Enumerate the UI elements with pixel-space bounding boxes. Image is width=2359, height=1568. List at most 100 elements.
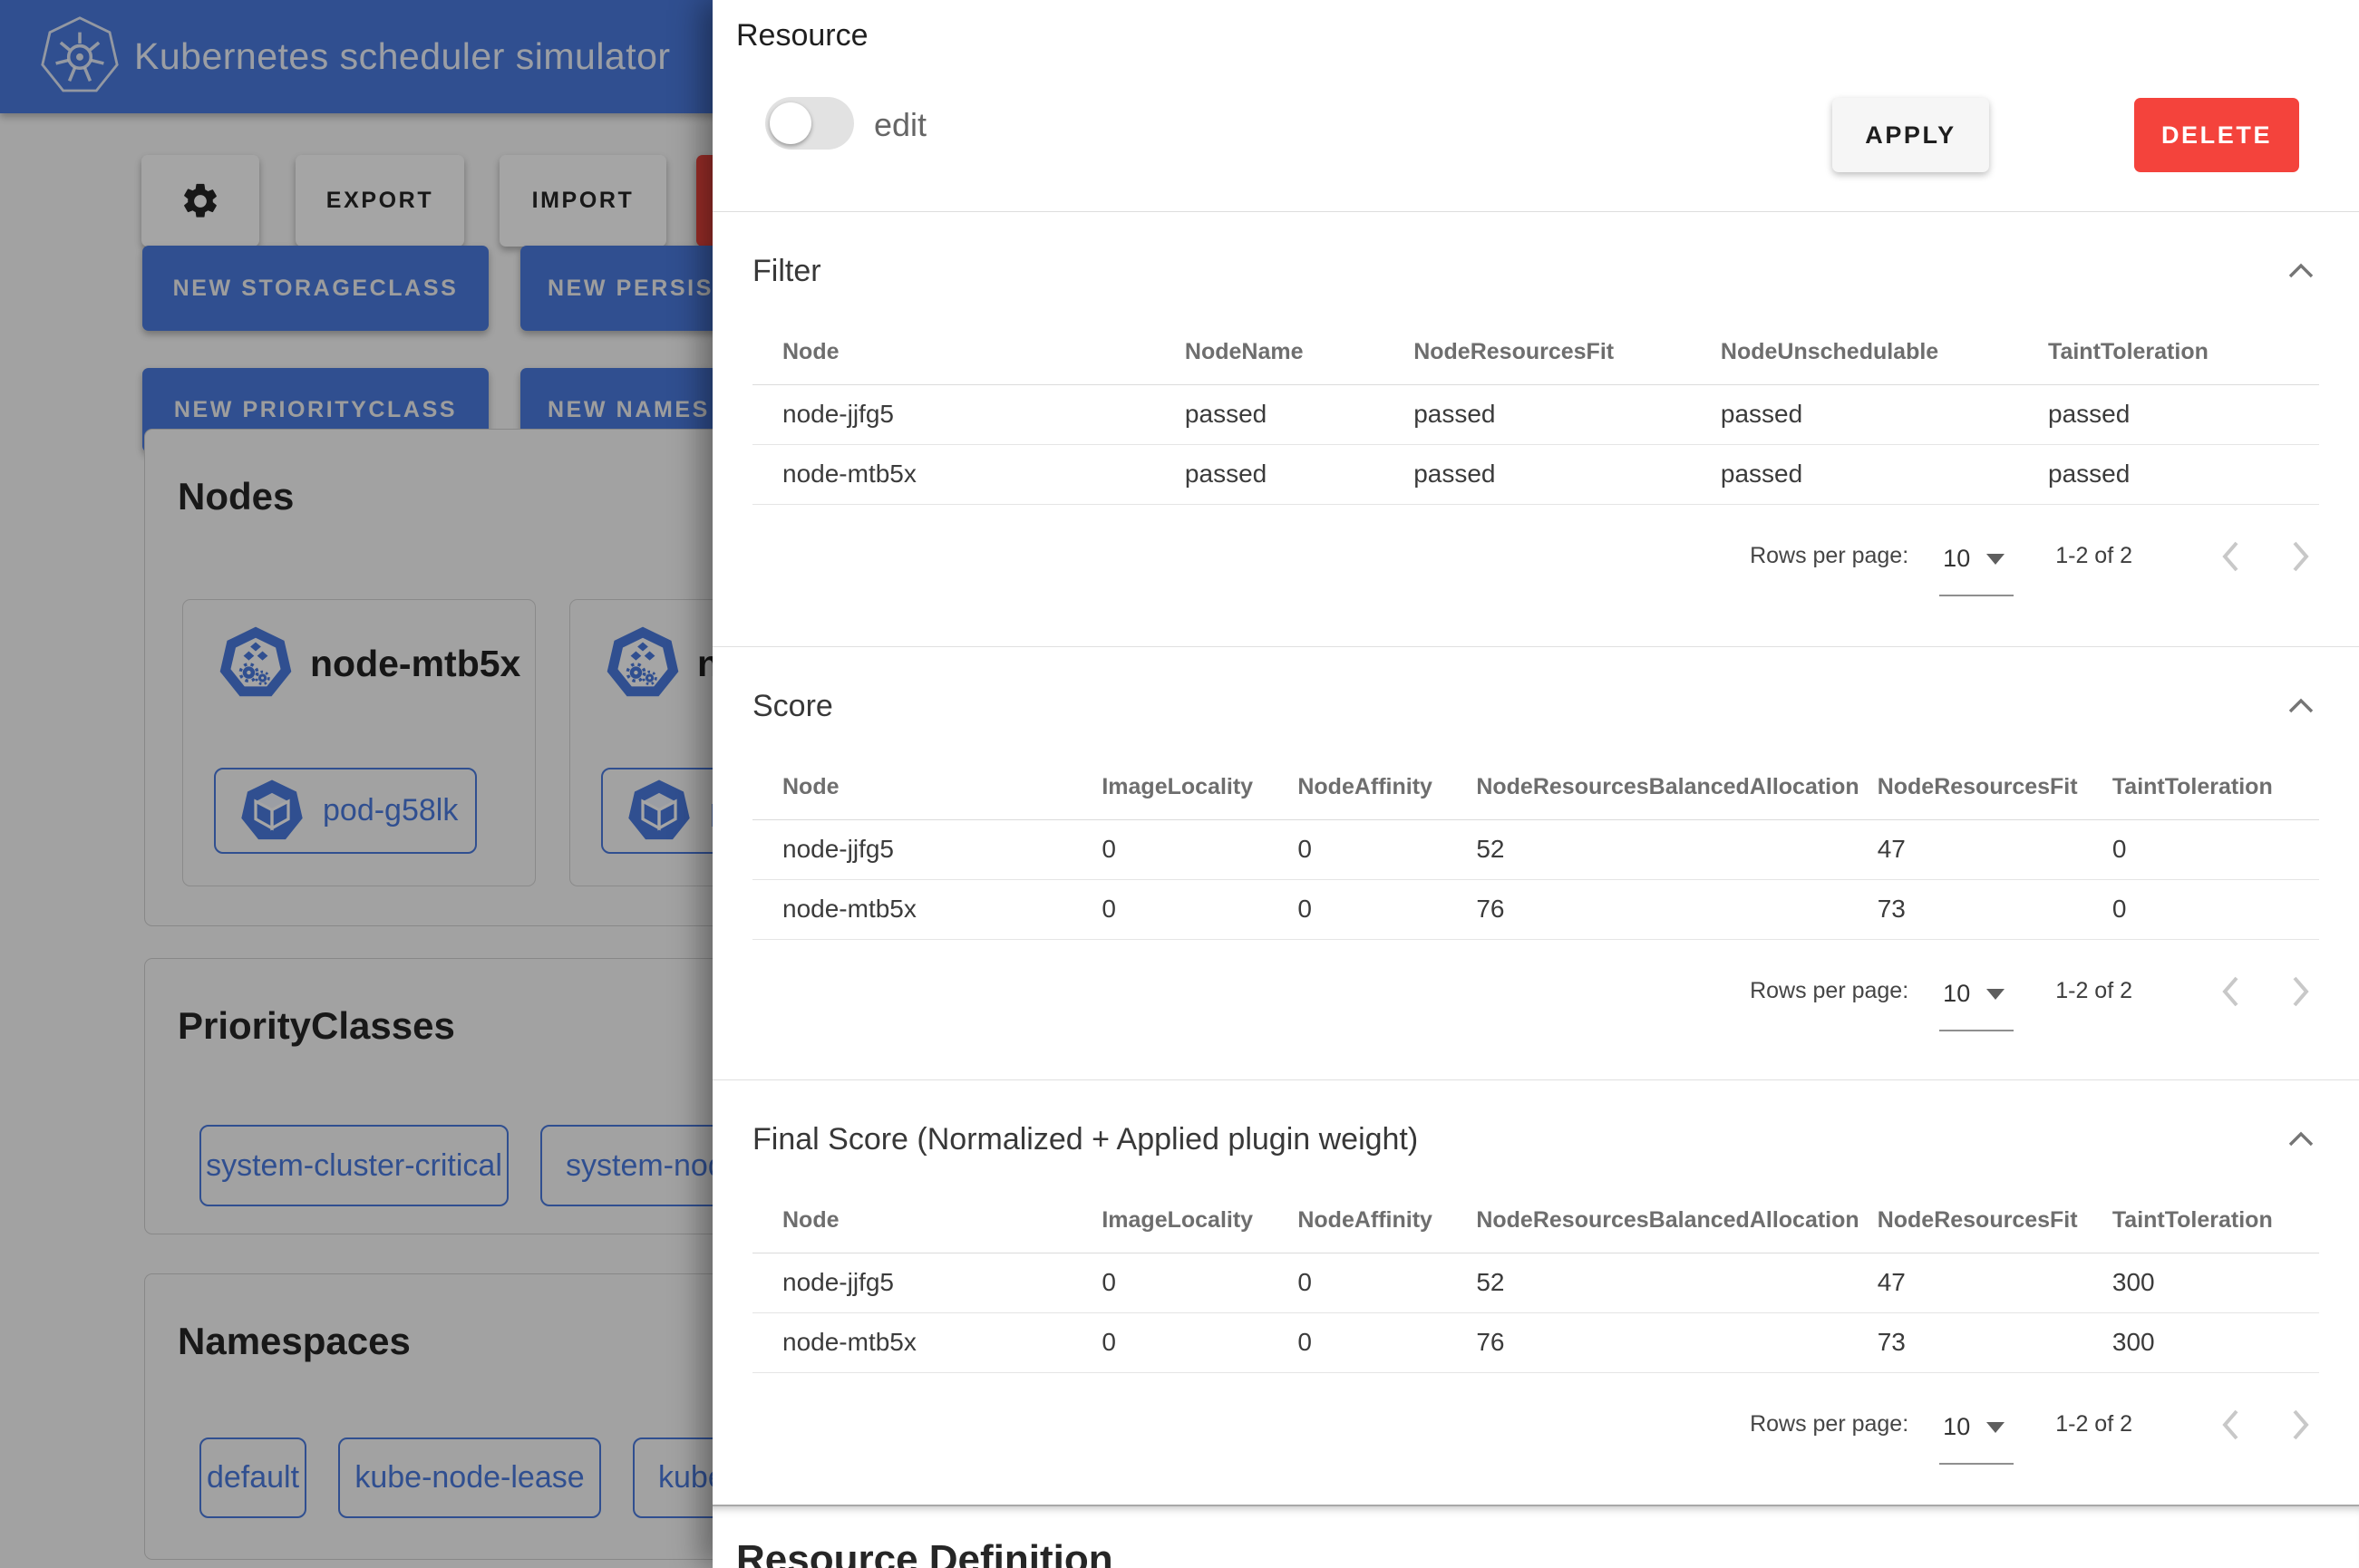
edit-toggle-label: edit	[874, 106, 927, 144]
column-header-tainttoleration[interactable]: TaintToleration	[2048, 321, 2319, 384]
column-header-node[interactable]: Node	[752, 1189, 1102, 1253]
row-node-name: node-mtb5x	[752, 879, 1102, 939]
filter-section: Filter NodeNodeNameNodeResourcesFitNodeU…	[713, 212, 2359, 647]
chevron-right-icon	[2291, 975, 2311, 1008]
next-page-button[interactable]	[2283, 537, 2319, 576]
edit-toggle-thumb	[770, 102, 811, 144]
drawer-title: Resource	[736, 18, 869, 53]
edit-toggle[interactable]	[765, 97, 854, 150]
row-node-name: node-mtb5x	[752, 1312, 1102, 1372]
resource-definition-title: Resource Definition	[736, 1537, 1113, 1568]
rows-per-page-label: Rows per page:	[1750, 543, 1908, 569]
table-cell: 0	[1102, 819, 1297, 879]
next-page-button[interactable]	[2283, 1405, 2319, 1445]
final-score-section: Final Score (Normalized + Applied plugin…	[713, 1080, 2359, 1505]
chevron-left-icon	[2220, 975, 2240, 1008]
pagination-range: 1-2 of 2	[2055, 1411, 2132, 1437]
column-header-noderesourcesfit[interactable]: NodeResourcesFit	[1413, 321, 1721, 384]
column-header-noderesourcesbalancedallocation[interactable]: NodeResourcesBalancedAllocation	[1476, 1189, 1877, 1253]
table-row: node-mtb5xpassedpassedpassedpassed	[752, 444, 2319, 504]
table-cell: 0	[1297, 879, 1476, 939]
collapse-score-button[interactable]	[2283, 692, 2319, 720]
final-score-pagination: Rows per page: 10 1-2 of 2	[752, 1386, 2319, 1464]
table-cell: 47	[1878, 819, 2112, 879]
table-cell: passed	[1413, 444, 1721, 504]
table-cell: 0	[2112, 819, 2319, 879]
column-header-imagelocality[interactable]: ImageLocality	[1102, 756, 1297, 819]
collapse-final-score-button[interactable]	[2283, 1126, 2319, 1153]
table-cell: 52	[1476, 1253, 1877, 1312]
previous-page-button[interactable]	[2212, 537, 2248, 576]
table-cell: 0	[1102, 879, 1297, 939]
rows-per-page-value: 10	[1943, 1413, 1970, 1441]
table-row: node-jjfg5005247300	[752, 1253, 2319, 1312]
column-header-noderesourcesfit[interactable]: NodeResourcesFit	[1878, 1189, 2112, 1253]
score-section: Score NodeImageLocalityNodeAffinityNodeR…	[713, 647, 2359, 1080]
chevron-right-icon	[2291, 1408, 2311, 1441]
column-header-tainttoleration[interactable]: TaintToleration	[2112, 1189, 2319, 1253]
row-node-name: node-mtb5x	[752, 444, 1185, 504]
column-header-imagelocality[interactable]: ImageLocality	[1102, 1189, 1297, 1253]
pagination-range: 1-2 of 2	[2055, 543, 2132, 569]
table-cell: 0	[2112, 879, 2319, 939]
rows-per-page-value: 10	[1943, 545, 1970, 573]
table-row: node-jjfg50052470	[752, 819, 2319, 879]
table-row: node-jjfg5passedpassedpassedpassed	[752, 384, 2319, 444]
table-cell: 76	[1476, 879, 1877, 939]
table-cell: passed	[1185, 444, 1413, 504]
table-cell: 76	[1476, 1312, 1877, 1372]
column-header-nodename[interactable]: NodeName	[1185, 321, 1413, 384]
table-row: node-mtb5x0076730	[752, 879, 2319, 939]
table-cell: 52	[1476, 819, 1877, 879]
delete-button[interactable]: DELETE	[2134, 98, 2299, 172]
rows-per-page-select[interactable]: 10	[1939, 1409, 2014, 1465]
table-cell: 0	[1102, 1312, 1297, 1372]
table-cell: 73	[1878, 1312, 2112, 1372]
table-cell: passed	[2048, 384, 2319, 444]
apply-button[interactable]: APPLY	[1832, 98, 1989, 172]
pagination-range: 1-2 of 2	[2055, 978, 2132, 1004]
rows-per-page-label: Rows per page:	[1750, 1411, 1908, 1437]
column-header-nodeunschedulable[interactable]: NodeUnschedulable	[1721, 321, 2048, 384]
chevron-up-icon	[2287, 263, 2315, 279]
resource-drawer: Resource edit APPLY DELETE Filter NodeNo…	[713, 0, 2359, 1568]
row-node-name: node-jjfg5	[752, 384, 1185, 444]
next-page-button[interactable]	[2283, 972, 2319, 1011]
overlay-scrim[interactable]	[0, 0, 713, 1568]
chevron-up-icon	[2287, 698, 2315, 714]
column-header-noderesourcesfit[interactable]: NodeResourcesFit	[1878, 756, 2112, 819]
final-score-table: NodeImageLocalityNodeAffinityNodeResourc…	[752, 1189, 2319, 1373]
column-header-tainttoleration[interactable]: TaintToleration	[2112, 756, 2319, 819]
chevron-left-icon	[2220, 1408, 2240, 1441]
table-cell: 73	[1878, 879, 2112, 939]
column-header-nodeaffinity[interactable]: NodeAffinity	[1297, 1189, 1476, 1253]
column-header-noderesourcesbalancedallocation[interactable]: NodeResourcesBalancedAllocation	[1476, 756, 1877, 819]
table-cell: 300	[2112, 1312, 2319, 1372]
caret-down-icon	[1986, 989, 2005, 1000]
table-cell: passed	[2048, 444, 2319, 504]
table-cell: 0	[1297, 1253, 1476, 1312]
chevron-right-icon	[2291, 540, 2311, 573]
rows-per-page-label: Rows per page:	[1750, 978, 1908, 1004]
collapse-filter-button[interactable]	[2283, 257, 2319, 285]
row-node-name: node-jjfg5	[752, 819, 1102, 879]
column-header-nodeaffinity[interactable]: NodeAffinity	[1297, 756, 1476, 819]
resource-definition-section: Resource Definition	[713, 1505, 2359, 1568]
row-node-name: node-jjfg5	[752, 1253, 1102, 1312]
table-cell: 0	[1102, 1253, 1297, 1312]
table-cell: passed	[1721, 384, 2048, 444]
previous-page-button[interactable]	[2212, 972, 2248, 1011]
score-pagination: Rows per page: 10 1-2 of 2	[752, 953, 2319, 1031]
drawer-header: Resource edit APPLY DELETE	[713, 0, 2359, 212]
column-header-node[interactable]: Node	[752, 321, 1185, 384]
previous-page-button[interactable]	[2212, 1405, 2248, 1445]
rows-per-page-select[interactable]: 10	[1939, 976, 2014, 1031]
score-table: NodeImageLocalityNodeAffinityNodeResourc…	[752, 756, 2319, 940]
rows-per-page-select[interactable]: 10	[1939, 541, 2014, 596]
app-root: Kubernetes scheduler simulator EXPORT IM…	[0, 0, 2359, 1568]
score-section-title: Score	[752, 689, 833, 724]
filter-table: NodeNodeNameNodeResourcesFitNodeUnschedu…	[752, 321, 2319, 505]
column-header-node[interactable]: Node	[752, 756, 1102, 819]
table-cell: passed	[1413, 384, 1721, 444]
table-cell: passed	[1721, 444, 2048, 504]
